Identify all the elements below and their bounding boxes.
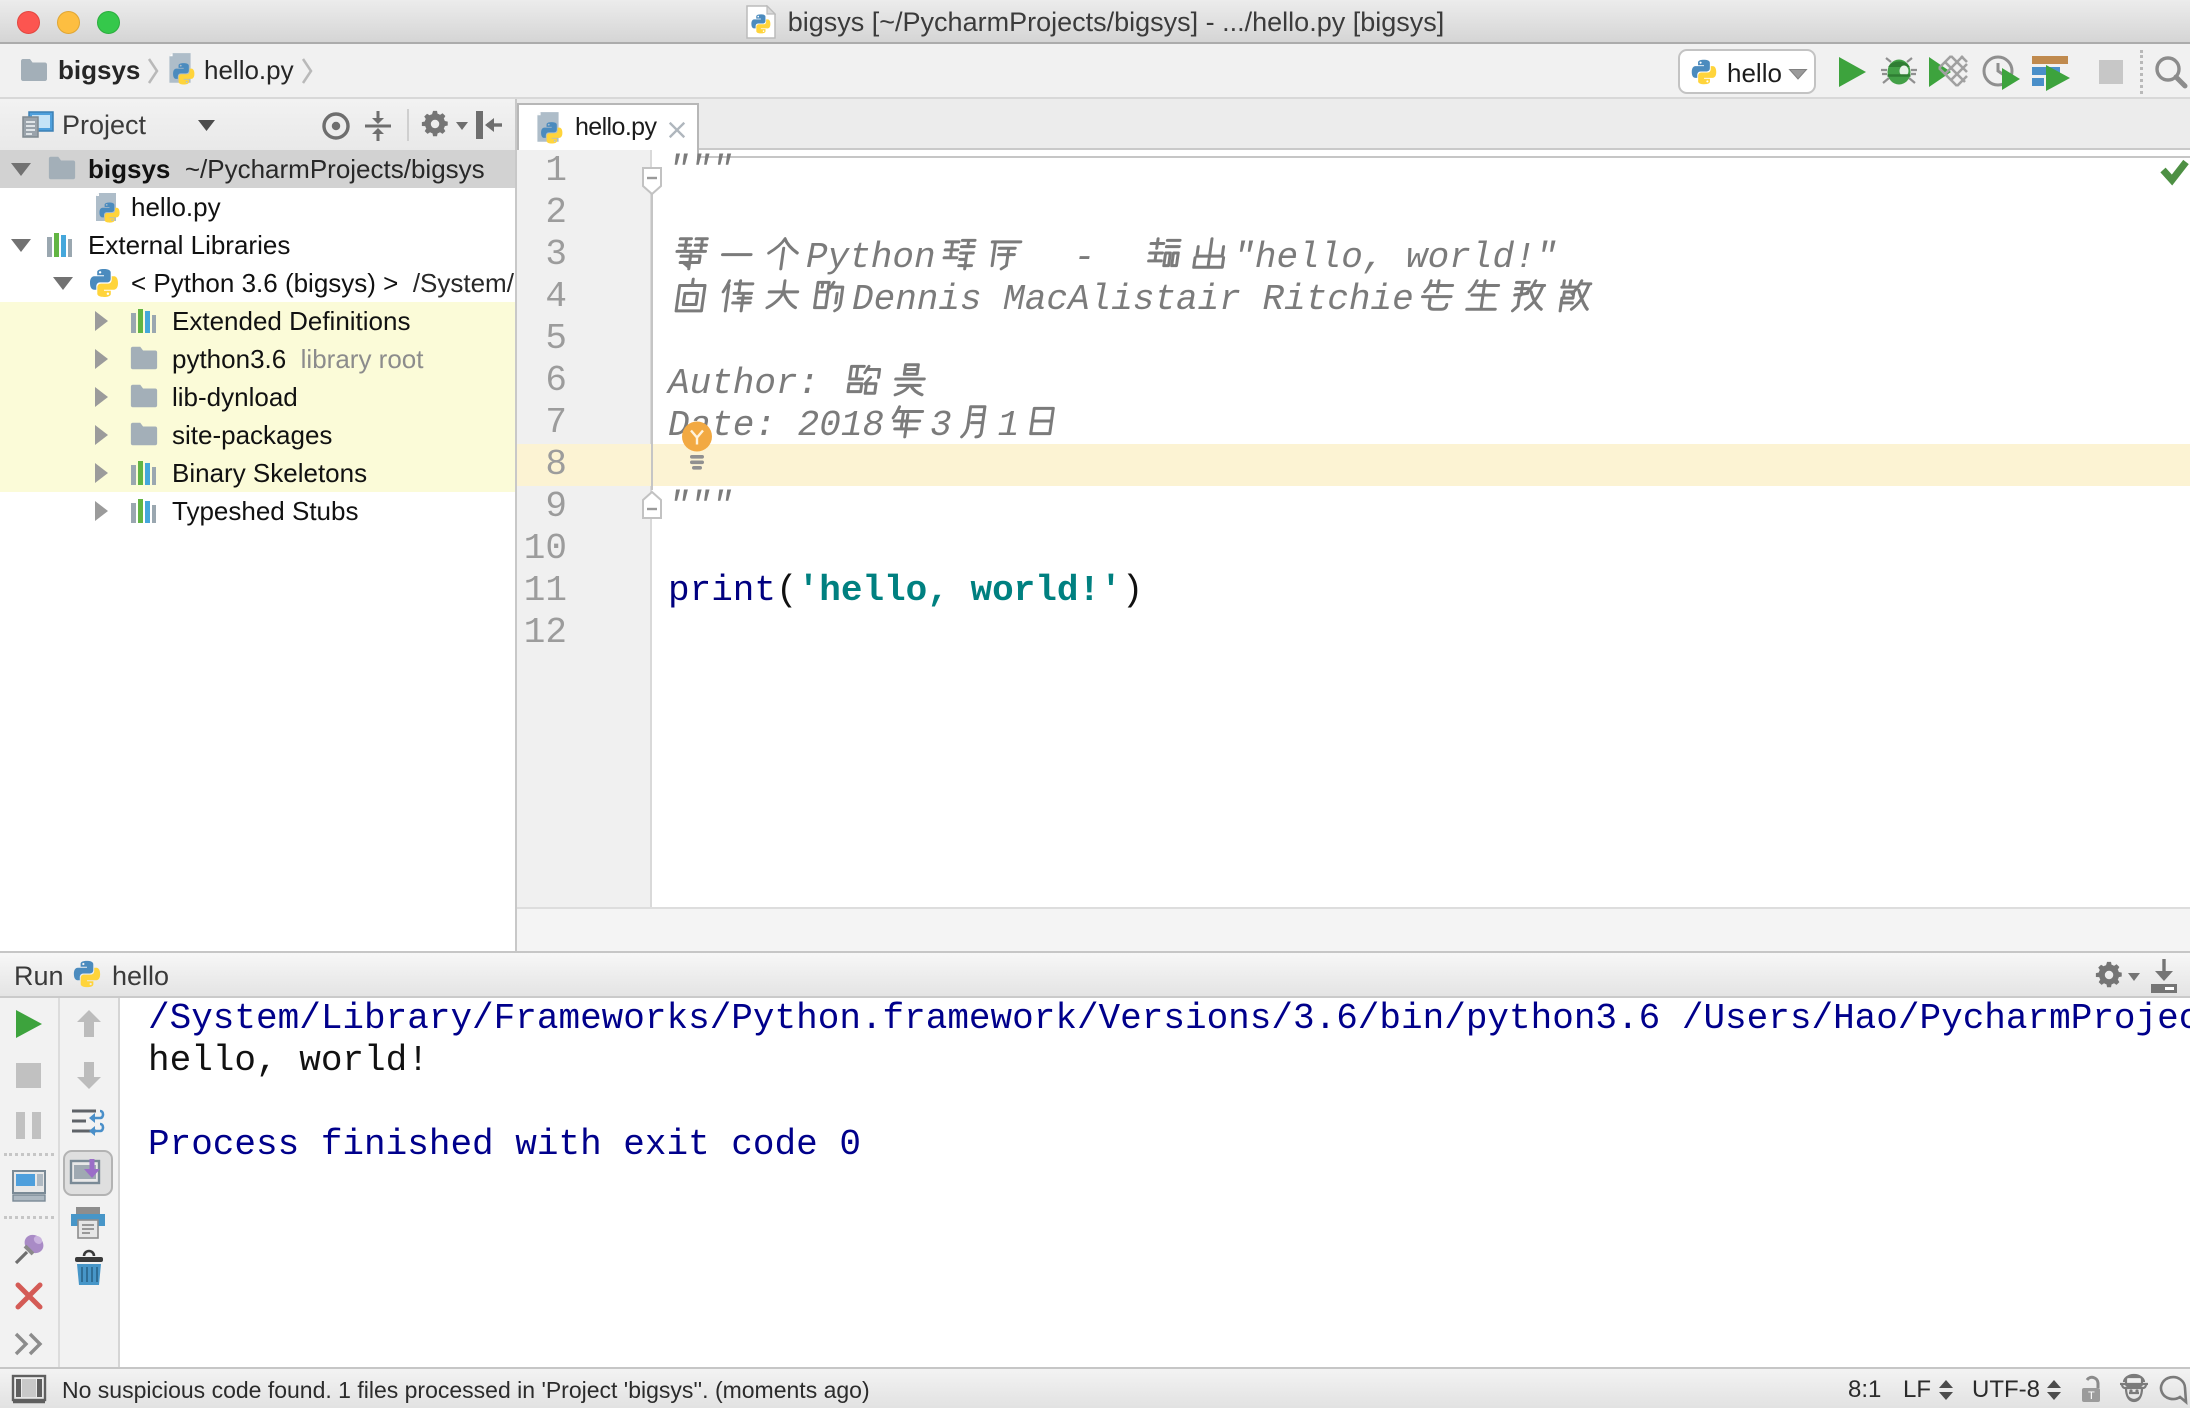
svg-text:T: T — [2088, 1390, 2095, 1402]
